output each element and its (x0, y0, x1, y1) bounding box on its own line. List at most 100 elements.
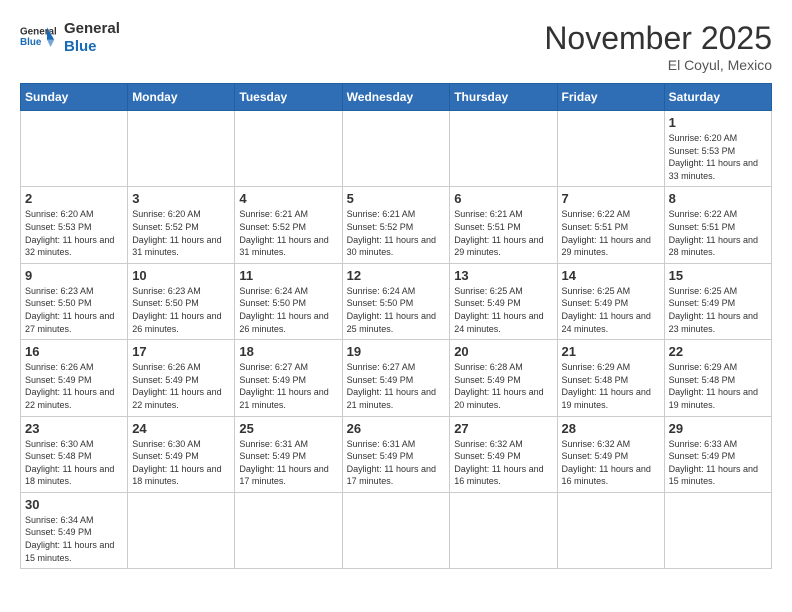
day-info: Sunrise: 6:22 AMSunset: 5:51 PMDaylight:… (669, 208, 767, 258)
day-cell-3: 3 Sunrise: 6:20 AMSunset: 5:52 PMDayligh… (128, 187, 235, 263)
header-thursday: Thursday (450, 84, 557, 111)
table-row: 2 Sunrise: 6:20 AMSunset: 5:53 PMDayligh… (21, 187, 772, 263)
header-tuesday: Tuesday (235, 84, 342, 111)
day-cell-6: 6 Sunrise: 6:21 AMSunset: 5:51 PMDayligh… (450, 187, 557, 263)
day-info: Sunrise: 6:26 AMSunset: 5:49 PMDaylight:… (132, 361, 230, 411)
title-block: November 2025 El Coyul, Mexico (544, 20, 772, 73)
day-cell-30: 30 Sunrise: 6:34 AMSunset: 5:49 PMDaylig… (21, 492, 128, 568)
day-number: 10 (132, 268, 230, 283)
day-number: 26 (347, 421, 446, 436)
table-row: 30 Sunrise: 6:34 AMSunset: 5:49 PMDaylig… (21, 492, 772, 568)
day-cell-19: 19 Sunrise: 6:27 AMSunset: 5:49 PMDaylig… (342, 340, 450, 416)
day-number: 19 (347, 344, 446, 359)
day-cell-21: 21 Sunrise: 6:29 AMSunset: 5:48 PMDaylig… (557, 340, 664, 416)
empty-cell (128, 492, 235, 568)
day-number: 28 (562, 421, 660, 436)
day-cell-11: 11 Sunrise: 6:24 AMSunset: 5:50 PMDaylig… (235, 263, 342, 339)
day-number: 27 (454, 421, 552, 436)
day-number: 18 (239, 344, 337, 359)
svg-text:Blue: Blue (20, 37, 42, 48)
day-cell-14: 14 Sunrise: 6:25 AMSunset: 5:49 PMDaylig… (557, 263, 664, 339)
day-number: 3 (132, 191, 230, 206)
day-number: 16 (25, 344, 123, 359)
day-info: Sunrise: 6:34 AMSunset: 5:49 PMDaylight:… (25, 514, 123, 564)
day-number: 14 (562, 268, 660, 283)
day-info: Sunrise: 6:33 AMSunset: 5:49 PMDaylight:… (669, 438, 767, 488)
day-number: 29 (669, 421, 767, 436)
logo-icon: General Blue (20, 20, 56, 56)
day-cell-27: 27 Sunrise: 6:32 AMSunset: 5:49 PMDaylig… (450, 416, 557, 492)
day-cell-13: 13 Sunrise: 6:25 AMSunset: 5:49 PMDaylig… (450, 263, 557, 339)
day-cell-5: 5 Sunrise: 6:21 AMSunset: 5:52 PMDayligh… (342, 187, 450, 263)
day-info: Sunrise: 6:21 AMSunset: 5:52 PMDaylight:… (347, 208, 446, 258)
day-info: Sunrise: 6:31 AMSunset: 5:49 PMDaylight:… (239, 438, 337, 488)
empty-cell (450, 492, 557, 568)
day-info: Sunrise: 6:24 AMSunset: 5:50 PMDaylight:… (239, 285, 337, 335)
logo-general-text: General (64, 20, 120, 38)
table-row: 23 Sunrise: 6:30 AMSunset: 5:48 PMDaylig… (21, 416, 772, 492)
day-cell-16: 16 Sunrise: 6:26 AMSunset: 5:49 PMDaylig… (21, 340, 128, 416)
day-info: Sunrise: 6:29 AMSunset: 5:48 PMDaylight:… (562, 361, 660, 411)
day-cell-17: 17 Sunrise: 6:26 AMSunset: 5:49 PMDaylig… (128, 340, 235, 416)
day-info: Sunrise: 6:22 AMSunset: 5:51 PMDaylight:… (562, 208, 660, 258)
header-friday: Friday (557, 84, 664, 111)
day-info: Sunrise: 6:23 AMSunset: 5:50 PMDaylight:… (132, 285, 230, 335)
day-cell-18: 18 Sunrise: 6:27 AMSunset: 5:49 PMDaylig… (235, 340, 342, 416)
table-row: 9 Sunrise: 6:23 AMSunset: 5:50 PMDayligh… (21, 263, 772, 339)
day-number: 30 (25, 497, 123, 512)
day-info: Sunrise: 6:23 AMSunset: 5:50 PMDaylight:… (25, 285, 123, 335)
day-info: Sunrise: 6:20 AMSunset: 5:53 PMDaylight:… (669, 132, 767, 182)
day-number: 13 (454, 268, 552, 283)
day-info: Sunrise: 6:20 AMSunset: 5:52 PMDaylight:… (132, 208, 230, 258)
day-cell-24: 24 Sunrise: 6:30 AMSunset: 5:49 PMDaylig… (128, 416, 235, 492)
day-info: Sunrise: 6:32 AMSunset: 5:49 PMDaylight:… (562, 438, 660, 488)
empty-cell (342, 111, 450, 187)
day-info: Sunrise: 6:21 AMSunset: 5:51 PMDaylight:… (454, 208, 552, 258)
day-number: 20 (454, 344, 552, 359)
day-number: 12 (347, 268, 446, 283)
day-number: 21 (562, 344, 660, 359)
day-info: Sunrise: 6:26 AMSunset: 5:49 PMDaylight:… (25, 361, 123, 411)
empty-cell (664, 492, 771, 568)
empty-cell (557, 111, 664, 187)
logo: General Blue General Blue (20, 20, 120, 56)
day-info: Sunrise: 6:20 AMSunset: 5:53 PMDaylight:… (25, 208, 123, 258)
day-number: 8 (669, 191, 767, 206)
day-number: 2 (25, 191, 123, 206)
day-number: 25 (239, 421, 337, 436)
day-cell-10: 10 Sunrise: 6:23 AMSunset: 5:50 PMDaylig… (128, 263, 235, 339)
day-info: Sunrise: 6:31 AMSunset: 5:49 PMDaylight:… (347, 438, 446, 488)
empty-cell (235, 492, 342, 568)
day-info: Sunrise: 6:27 AMSunset: 5:49 PMDaylight:… (239, 361, 337, 411)
empty-cell (342, 492, 450, 568)
day-info: Sunrise: 6:21 AMSunset: 5:52 PMDaylight:… (239, 208, 337, 258)
empty-cell (557, 492, 664, 568)
header-sunday: Sunday (21, 84, 128, 111)
day-cell-22: 22 Sunrise: 6:29 AMSunset: 5:48 PMDaylig… (664, 340, 771, 416)
day-cell-28: 28 Sunrise: 6:32 AMSunset: 5:49 PMDaylig… (557, 416, 664, 492)
day-number: 11 (239, 268, 337, 283)
day-cell-20: 20 Sunrise: 6:28 AMSunset: 5:49 PMDaylig… (450, 340, 557, 416)
table-row: 16 Sunrise: 6:26 AMSunset: 5:49 PMDaylig… (21, 340, 772, 416)
day-number: 24 (132, 421, 230, 436)
weekday-header-row: Sunday Monday Tuesday Wednesday Thursday… (21, 84, 772, 111)
day-cell-25: 25 Sunrise: 6:31 AMSunset: 5:49 PMDaylig… (235, 416, 342, 492)
day-cell-4: 4 Sunrise: 6:21 AMSunset: 5:52 PMDayligh… (235, 187, 342, 263)
day-cell-23: 23 Sunrise: 6:30 AMSunset: 5:48 PMDaylig… (21, 416, 128, 492)
day-number: 23 (25, 421, 123, 436)
day-number: 17 (132, 344, 230, 359)
empty-cell (235, 111, 342, 187)
day-info: Sunrise: 6:24 AMSunset: 5:50 PMDaylight:… (347, 285, 446, 335)
day-info: Sunrise: 6:28 AMSunset: 5:49 PMDaylight:… (454, 361, 552, 411)
day-info: Sunrise: 6:25 AMSunset: 5:49 PMDaylight:… (562, 285, 660, 335)
header-wednesday: Wednesday (342, 84, 450, 111)
logo-blue-text: Blue (64, 38, 120, 56)
header-monday: Monday (128, 84, 235, 111)
header: General Blue General Blue November 2025 … (20, 20, 772, 73)
day-info: Sunrise: 6:27 AMSunset: 5:49 PMDaylight:… (347, 361, 446, 411)
empty-cell (450, 111, 557, 187)
month-title: November 2025 (544, 20, 772, 57)
day-cell-29: 29 Sunrise: 6:33 AMSunset: 5:49 PMDaylig… (664, 416, 771, 492)
day-info: Sunrise: 6:32 AMSunset: 5:49 PMDaylight:… (454, 438, 552, 488)
empty-cell (21, 111, 128, 187)
